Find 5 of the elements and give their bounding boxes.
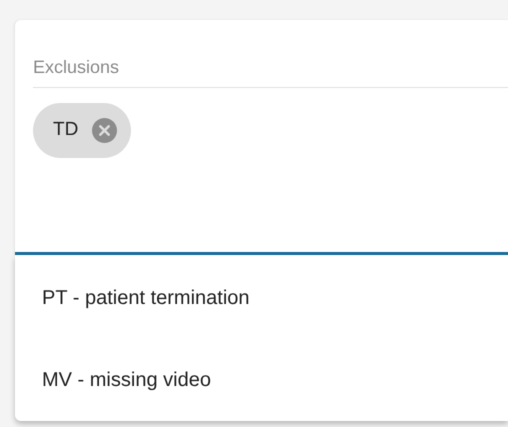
menu-option[interactable]: PT - patient termination	[15, 257, 508, 339]
selected-chip[interactable]: TD	[33, 103, 132, 158]
field-label: Exclusions	[33, 56, 508, 88]
menu-option[interactable]: MV - missing video	[15, 339, 508, 421]
remove-icon[interactable]	[92, 118, 118, 143]
